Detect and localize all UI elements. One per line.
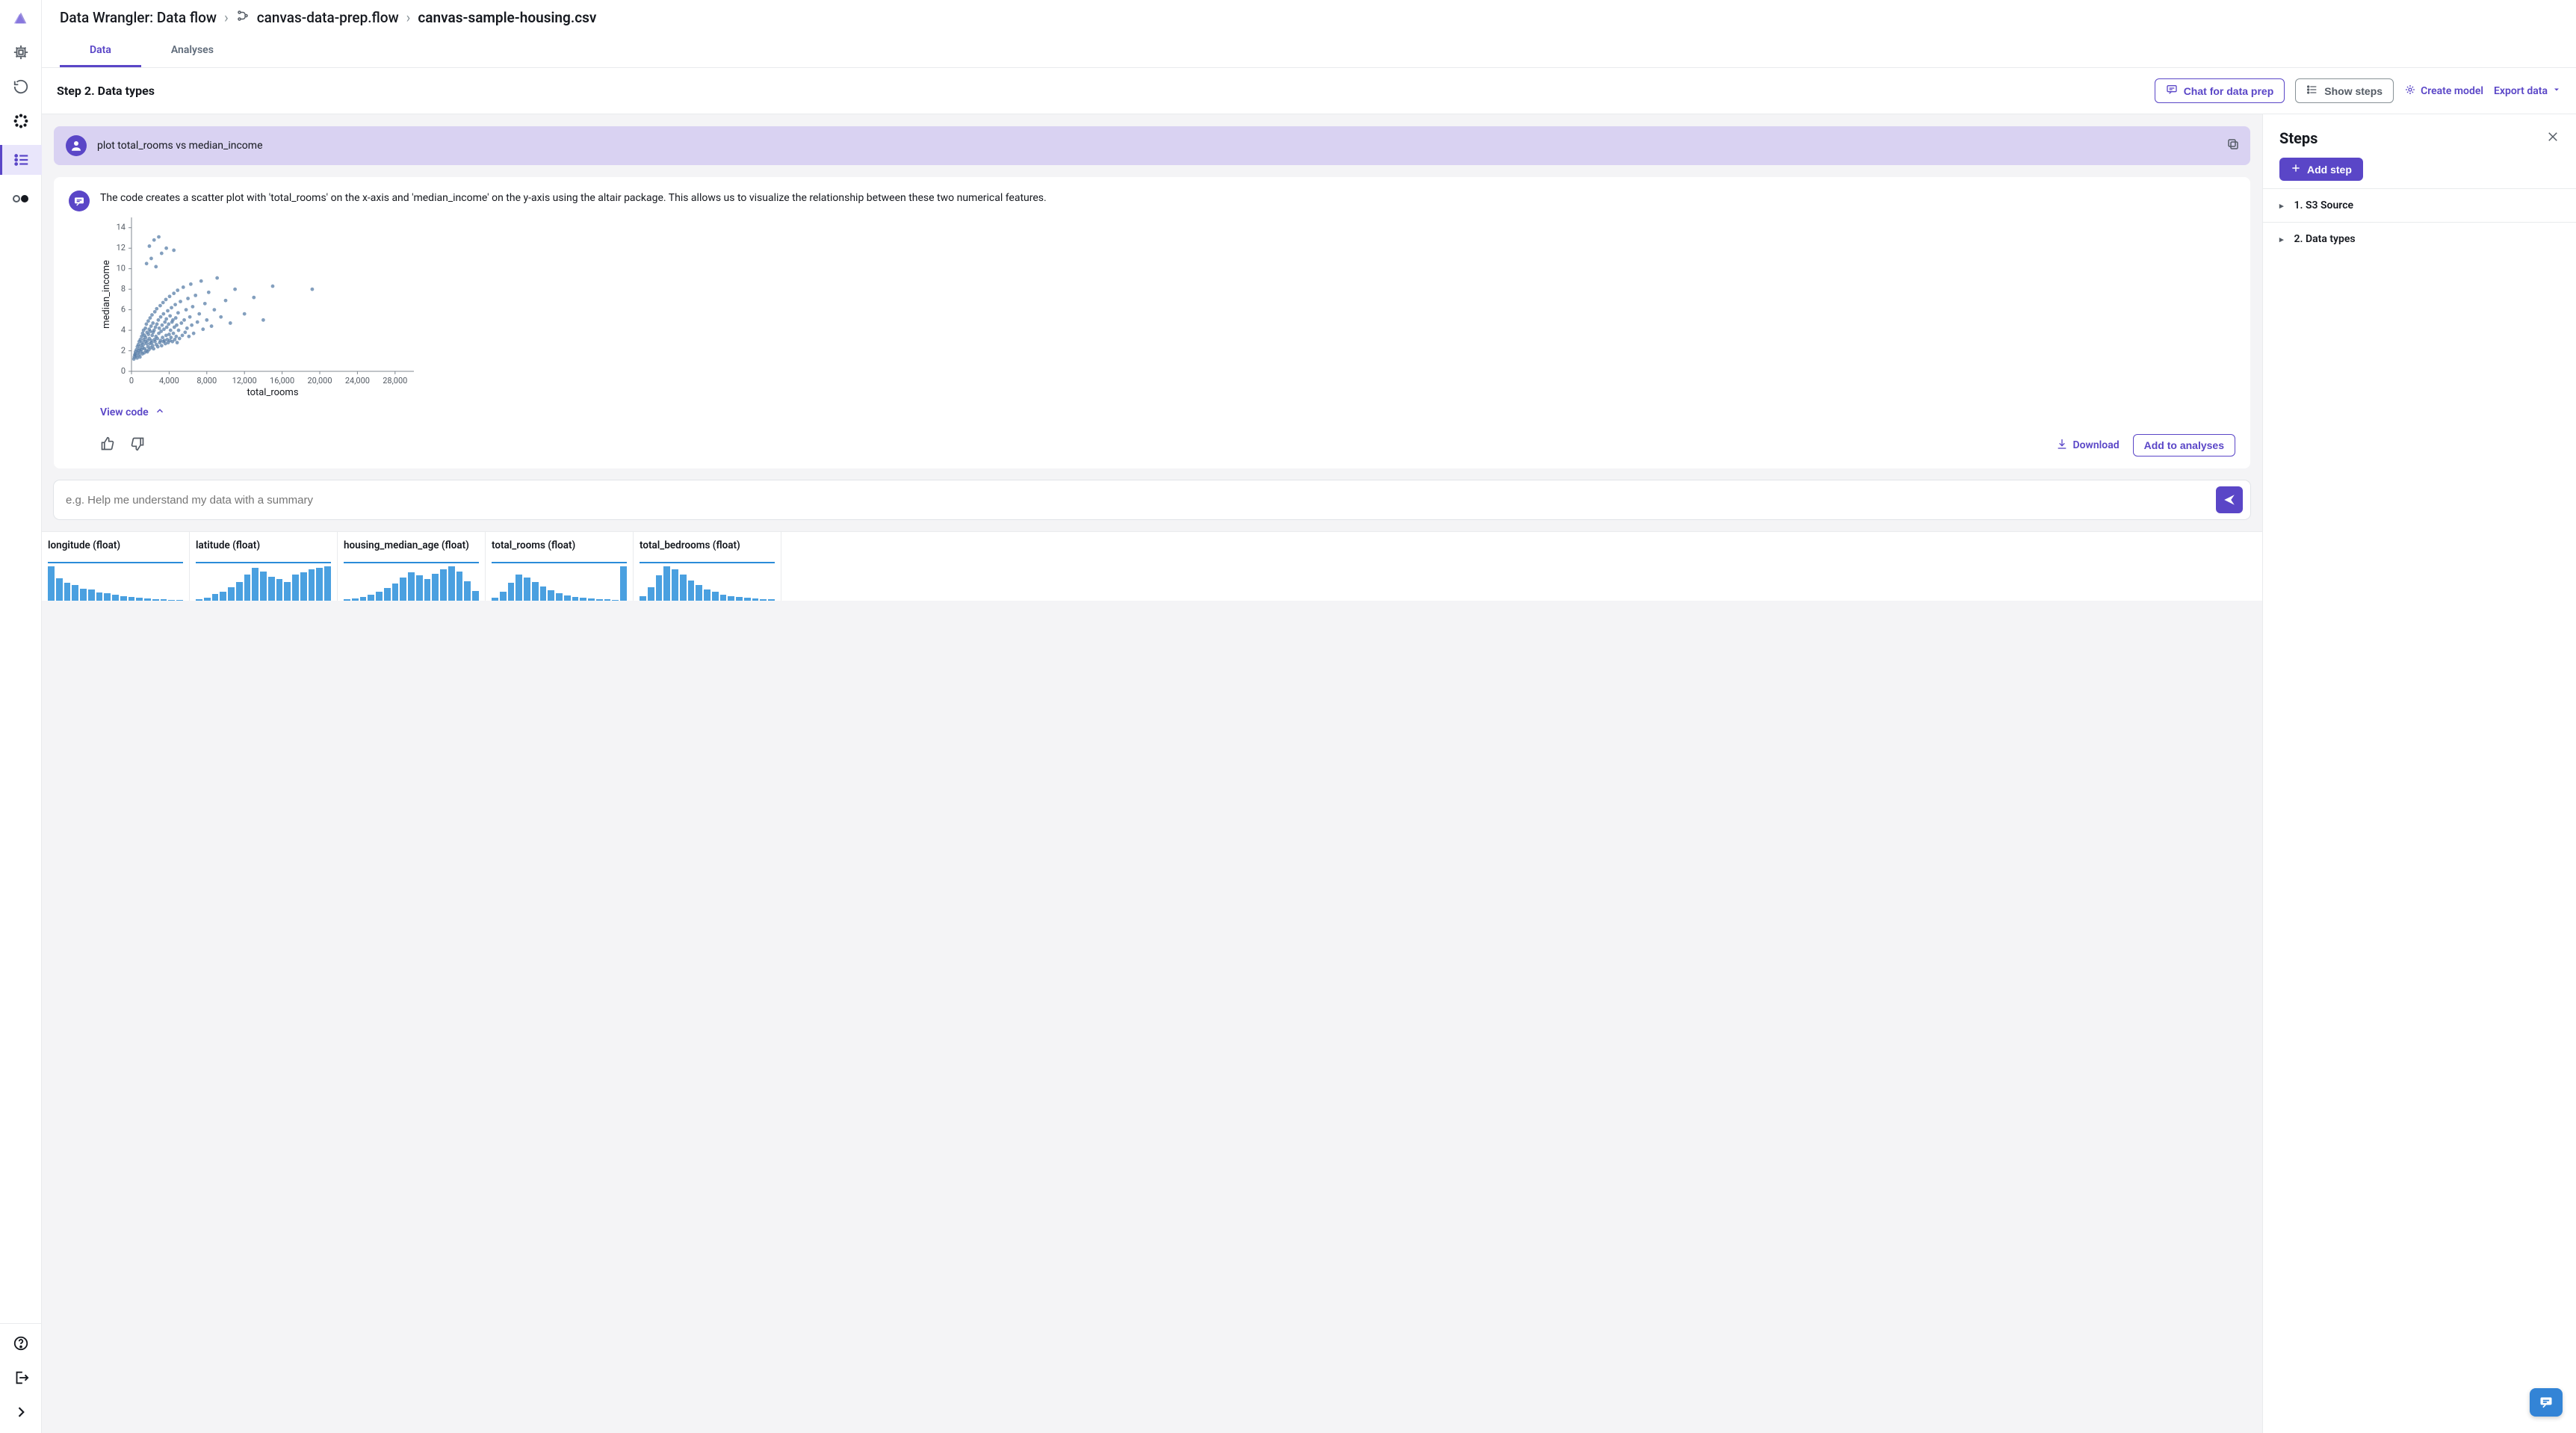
column-header: total_rooms (float)	[492, 539, 627, 551]
breadcrumb-file[interactable]: canvas-sample-housing.csv	[418, 9, 596, 26]
column-header: total_bedrooms (float)	[640, 539, 775, 551]
column-cell[interactable]: latitude (float)	[190, 532, 338, 601]
tab-data[interactable]: Data	[60, 35, 141, 67]
histogram	[344, 565, 479, 601]
show-steps-button[interactable]: Show steps	[2295, 78, 2394, 103]
sparkle-icon	[2404, 84, 2416, 99]
steps-panel: Steps Add step ▸ 1. S3 Source ▸ 2. Data typ…	[2262, 114, 2576, 1433]
main-tabs: Data Analyses	[42, 35, 2576, 68]
histogram	[48, 565, 183, 601]
chat-bot-card: The code creates a scatter plot with 'to…	[54, 177, 2250, 468]
user-message-text: plot total_rooms vs median_income	[97, 140, 263, 152]
histogram	[492, 565, 627, 601]
column-header: longitude (float)	[48, 539, 183, 551]
svg-text:28,000: 28,000	[383, 376, 407, 386]
svg-text:4: 4	[121, 325, 126, 335]
caret-right-icon: ▸	[2279, 235, 2284, 244]
column-cell[interactable]: housing_median_age (float)	[338, 532, 486, 601]
thumbs-down-icon[interactable]	[130, 436, 145, 454]
column-header: housing_median_age (float)	[344, 539, 479, 551]
create-model-button[interactable]: Create model	[2404, 84, 2483, 99]
close-icon[interactable]	[2546, 130, 2560, 146]
breadcrumb: Data Wrangler: Data flow › canvas-data-p…	[42, 0, 2576, 35]
caret-right-icon: ▸	[2279, 201, 2284, 211]
histogram	[640, 565, 775, 601]
logo-icon[interactable]	[10, 7, 31, 28]
add-step-button[interactable]: Add step	[2279, 158, 2363, 181]
svg-text:2: 2	[121, 346, 126, 356]
chip-icon[interactable]	[10, 42, 31, 63]
svg-text:8: 8	[121, 284, 126, 294]
add-to-analyses-button[interactable]: Add to analyses	[2133, 434, 2235, 456]
column-cell[interactable]: total_bedrooms (float)	[634, 532, 781, 601]
column-histograms: longitude (float) latitude (float) housing…	[42, 531, 2262, 601]
list-small-icon	[2306, 84, 2318, 98]
list-icon[interactable]	[0, 145, 42, 175]
breadcrumb-flow[interactable]: canvas-data-prep.flow	[257, 9, 399, 26]
svg-text:8,000: 8,000	[196, 376, 217, 386]
copy-icon[interactable]	[2226, 137, 2240, 154]
chat-input-row	[54, 480, 2250, 519]
svg-text:12: 12	[117, 243, 126, 253]
thumbs-up-icon[interactable]	[100, 436, 115, 454]
bot-message-text: The code creates a scatter plot with 'to…	[100, 191, 2235, 205]
svg-text:total_rooms: total_rooms	[247, 387, 298, 398]
export-data-button[interactable]: Export data	[2494, 85, 2561, 97]
download-button[interactable]: Download	[2056, 438, 2119, 453]
logout-icon[interactable]	[10, 1367, 31, 1388]
step-item[interactable]: ▸ 2. Data types	[2263, 222, 2576, 256]
chat-user-message: plot total_rooms vs median_income	[54, 126, 2250, 165]
chevron-up-icon	[155, 406, 165, 419]
tab-analyses[interactable]: Analyses	[141, 35, 244, 67]
floating-chat-button[interactable]	[2530, 1388, 2563, 1417]
chevron-right-icon[interactable]	[10, 1402, 31, 1423]
chat-for-data-prep-button[interactable]: Chat for data prep	[2155, 78, 2285, 103]
toggle-dots-icon[interactable]	[10, 188, 31, 209]
svg-text:24,000: 24,000	[345, 376, 370, 386]
step-item[interactable]: ▸ 1. S3 Source	[2263, 188, 2576, 222]
step-label: 1. S3 Source	[2294, 199, 2354, 211]
help-icon[interactable]	[10, 1333, 31, 1354]
svg-text:4,000: 4,000	[159, 376, 179, 386]
column-header: latitude (float)	[196, 539, 331, 551]
svg-text:12,000: 12,000	[232, 376, 257, 386]
svg-text:median_income: median_income	[101, 260, 112, 329]
breadcrumb-root[interactable]: Data Wrangler: Data flow	[60, 9, 217, 26]
svg-text:0: 0	[121, 366, 126, 376]
svg-text:0: 0	[129, 376, 134, 386]
histogram	[196, 565, 331, 601]
user-avatar-icon	[66, 135, 87, 156]
chat-icon	[2166, 84, 2178, 98]
view-code-button[interactable]: View code	[100, 406, 165, 419]
svg-text:20,000: 20,000	[307, 376, 332, 386]
svg-text:6: 6	[121, 305, 126, 315]
column-cell[interactable]: total_rooms (float)	[486, 532, 634, 601]
chevron-down-icon	[2552, 85, 2561, 97]
asterisk-icon[interactable]	[10, 111, 31, 131]
download-icon	[2056, 438, 2068, 453]
left-rail	[0, 0, 42, 1433]
column-cell[interactable]: longitude (float)	[42, 532, 190, 601]
bot-avatar-icon	[69, 191, 90, 211]
flow-icon	[236, 9, 250, 26]
chat-input[interactable]	[61, 488, 2208, 513]
plus-icon	[2291, 163, 2301, 176]
scatter-chart: 0 2 4 6 8 10 12 14 0 4,000 8,000 12,000 16,000 20,000…	[100, 211, 2235, 398]
page-title: Step 2. Data types	[57, 84, 155, 98]
step-label: 2. Data types	[2294, 233, 2356, 245]
svg-text:16,000: 16,000	[270, 376, 294, 386]
svg-text:14: 14	[117, 223, 126, 232]
toolbar: Step 2. Data types Chat for data prep Sh…	[42, 68, 2576, 114]
svg-text:10: 10	[117, 264, 126, 273]
send-button[interactable]	[2216, 486, 2243, 513]
refresh-icon[interactable]	[10, 76, 31, 97]
steps-title: Steps	[2279, 129, 2318, 147]
